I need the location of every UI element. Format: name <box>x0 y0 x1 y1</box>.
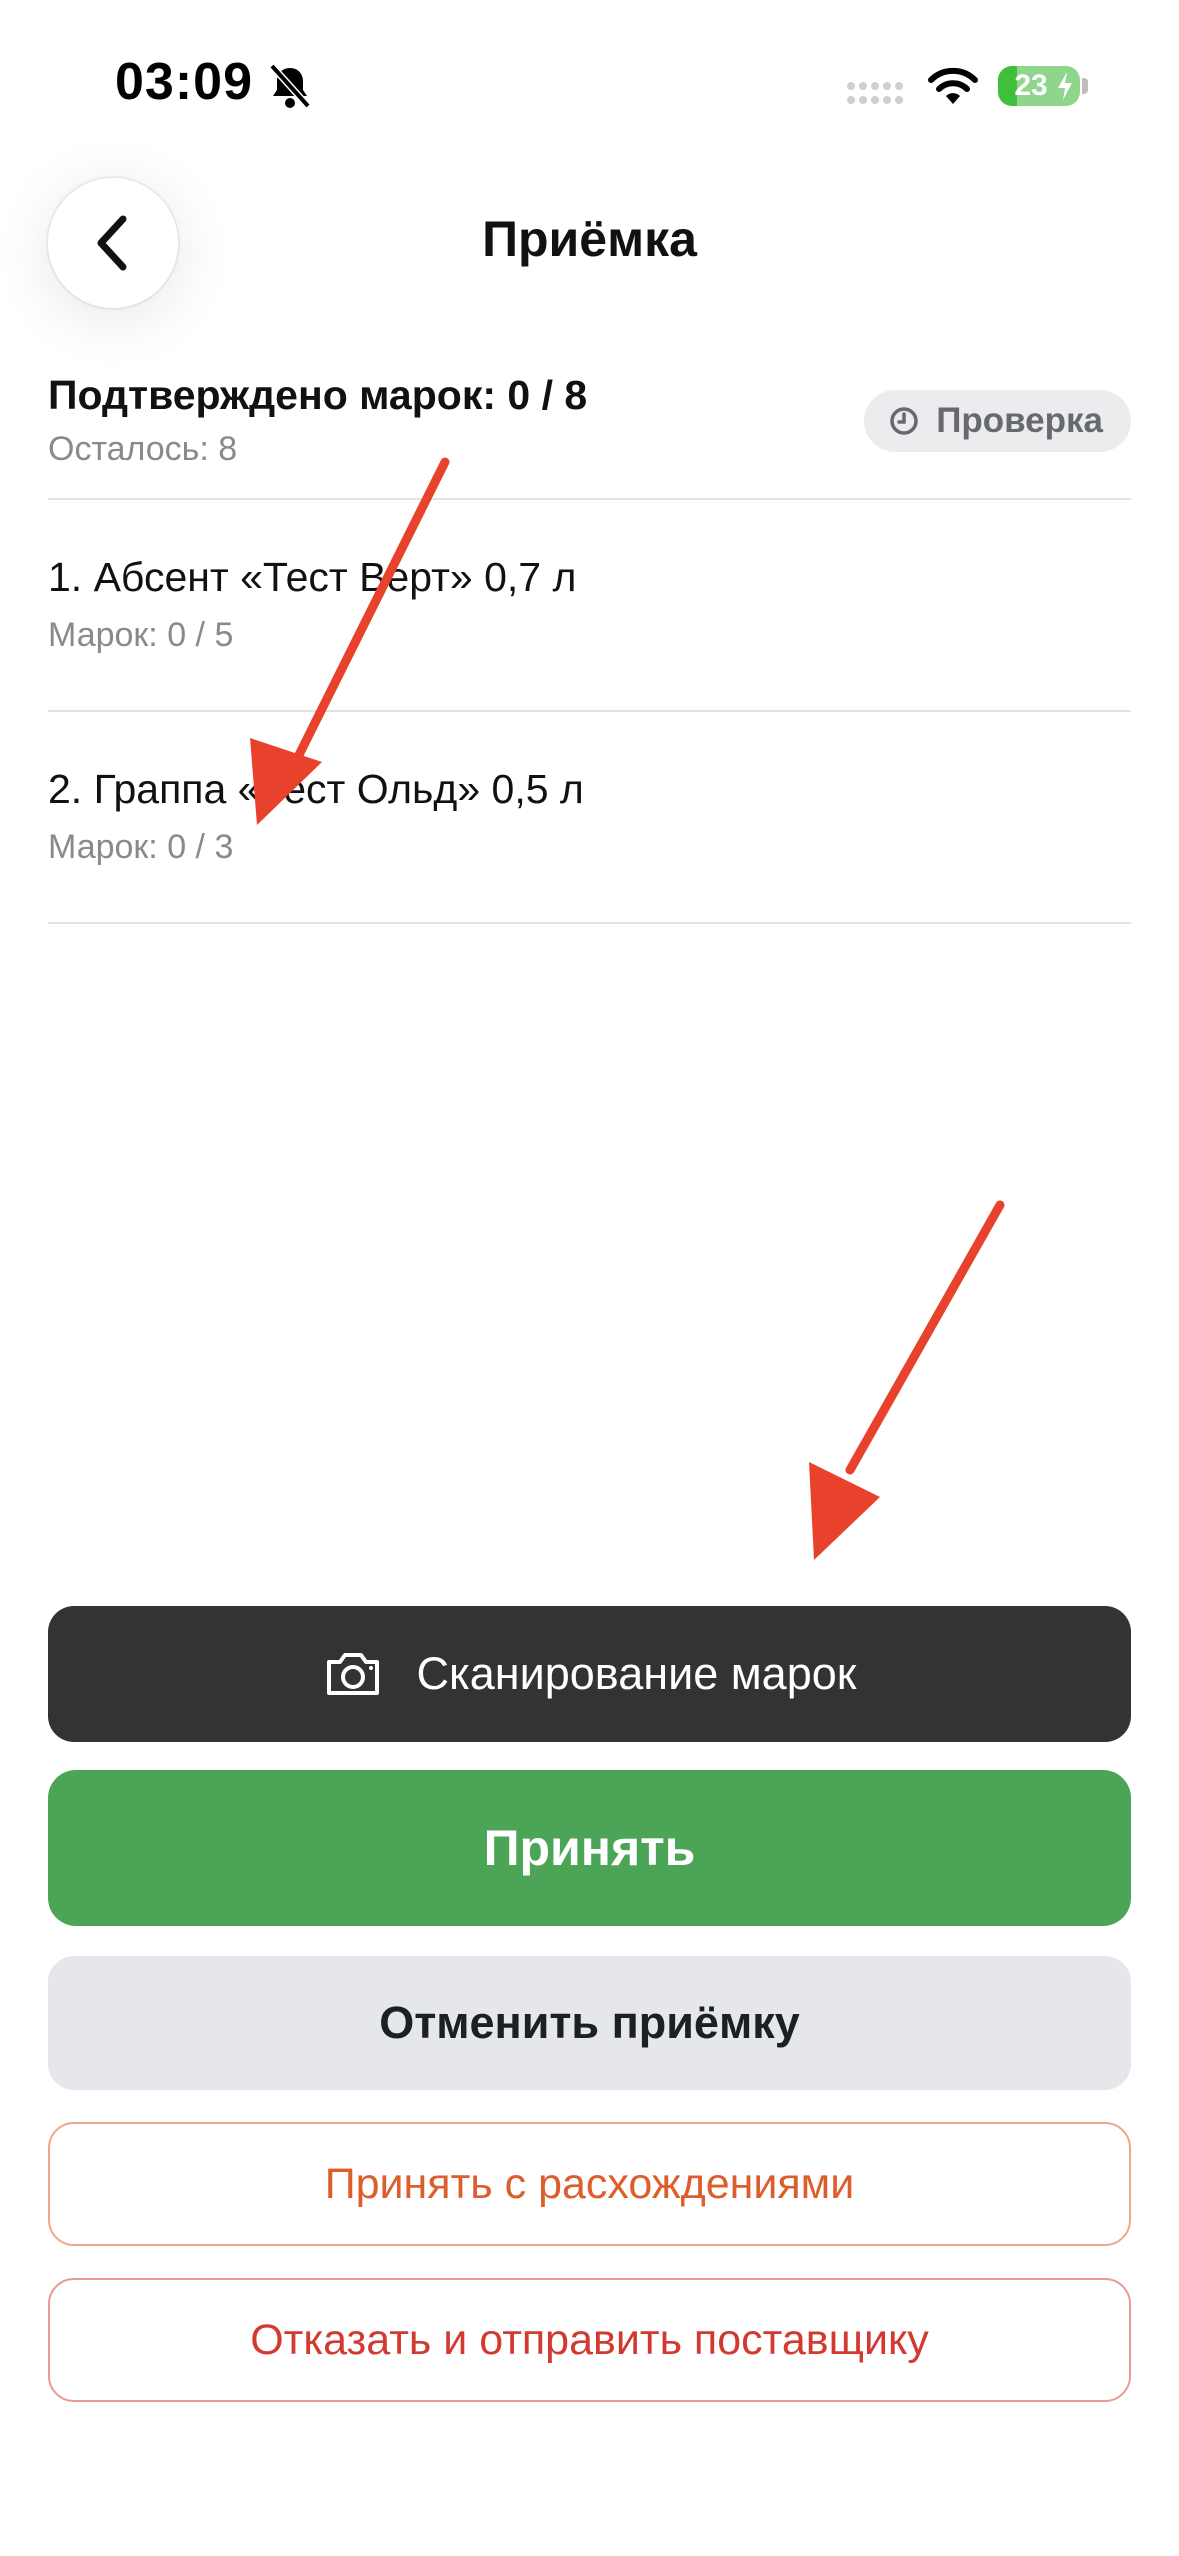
signal-icon <box>847 82 903 104</box>
camera-icon <box>326 1653 379 1695</box>
page-title: Приёмка <box>482 211 697 267</box>
marks-summary: Подтверждено марок: 0 / 8 Осталось: 8 Пр… <box>48 368 1131 500</box>
product-marks-count: Марок: 0 / 5 <box>48 616 234 654</box>
product-name: 2. Граппа «Тест Ольд» 0,5 л <box>48 766 584 812</box>
list-item[interactable]: 2. Граппа «Тест Ольд» 0,5 л Марок: 0 / 3 <box>48 712 1131 924</box>
confirmed-marks-title: Подтверждено марок: 0 / 8 <box>48 372 588 418</box>
scan-marks-button[interactable]: Сканирование марок <box>48 1606 1131 1742</box>
accept-button[interactable]: Принять <box>48 1770 1131 1926</box>
reject-and-return-button[interactable]: Отказать и отправить поставщику <box>48 2278 1131 2402</box>
action-panel: Сканирование марок Принять Отменить приё… <box>0 1556 1179 2456</box>
status-badge: Проверка <box>864 390 1131 452</box>
battery-cap <box>1082 78 1088 94</box>
annotation-arrow <box>809 1200 1005 1560</box>
product-name: 1. Абсент «Тест Верт» 0,7 л <box>48 554 577 600</box>
battery-percentage: 23 <box>1014 69 1048 102</box>
status-time: 03:09 <box>115 53 253 111</box>
status-bar: 03:09 23 <box>0 0 1179 170</box>
charging-bolt-icon <box>1058 72 1072 100</box>
bell-slash-icon <box>269 63 311 109</box>
wifi-icon <box>928 67 978 104</box>
remaining-marks: Осталось: 8 <box>48 430 238 468</box>
cancel-acceptance-button[interactable]: Отменить приёмку <box>48 1956 1131 2090</box>
scan-marks-label: Сканирование марок <box>416 1648 857 1699</box>
list-item[interactable]: 1. Абсент «Тест Верт» 0,7 л Марок: 0 / 5 <box>48 500 1131 712</box>
product-marks-count: Марок: 0 / 3 <box>48 828 234 866</box>
clock-icon <box>890 407 918 435</box>
product-list: 1. Абсент «Тест Верт» 0,7 л Марок: 0 / 5… <box>48 500 1131 924</box>
battery-icon: 23 <box>998 66 1080 106</box>
accept-with-discrepancies-button[interactable]: Принять с расхождениями <box>48 2122 1131 2246</box>
status-badge-label: Проверка <box>936 401 1103 440</box>
